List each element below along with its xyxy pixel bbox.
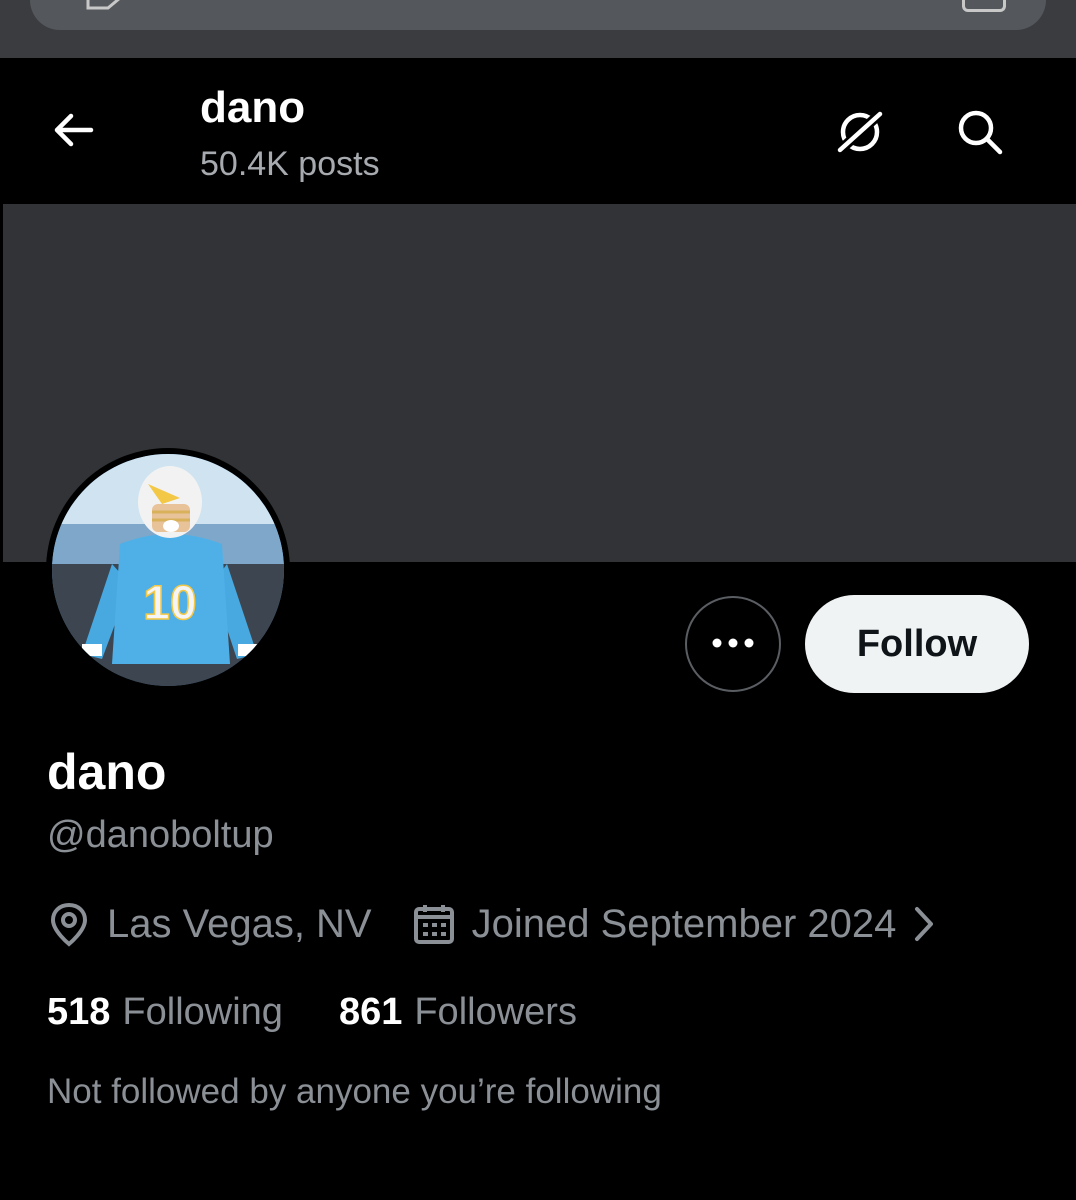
follow-stats: 518 Following 861 Followers bbox=[47, 988, 577, 1036]
avatar-photo: 10 bbox=[52, 454, 284, 686]
following-label: Following bbox=[122, 990, 283, 1033]
arrow-left-icon bbox=[51, 112, 95, 153]
followers-link[interactable]: 861 Followers bbox=[339, 991, 577, 1034]
address-bar[interactable] bbox=[30, 0, 1046, 30]
grok-button[interactable] bbox=[830, 106, 890, 162]
search-icon bbox=[955, 107, 1005, 162]
location-pin-icon bbox=[47, 901, 91, 947]
back-button[interactable] bbox=[44, 108, 102, 156]
profile-meta: Las Vegas, NV Joined September 2024 bbox=[47, 898, 936, 950]
following-link[interactable]: 518 Following bbox=[47, 991, 283, 1034]
handle: @danoboltup bbox=[47, 814, 274, 856]
mutual-followers-text: Not followed by anyone you’re following bbox=[47, 1072, 662, 1111]
jersey-number: 10 bbox=[143, 577, 196, 630]
profile-page: dano 50.4K posts 10 Follow dano @danobol… bbox=[0, 0, 1076, 1200]
browser-toolbar bbox=[0, 0, 1076, 58]
more-options-button[interactable] bbox=[685, 596, 781, 692]
tabs-icon[interactable] bbox=[962, 0, 1006, 12]
display-name: dano bbox=[47, 744, 167, 800]
calendar-icon bbox=[412, 902, 456, 946]
location: Las Vegas, NV bbox=[107, 901, 372, 946]
browser-menu-icon[interactable] bbox=[86, 0, 128, 10]
chevron-right-icon[interactable] bbox=[912, 905, 936, 943]
grok-icon bbox=[832, 106, 888, 163]
search-button[interactable] bbox=[950, 106, 1010, 162]
profile-header: dano 50.4K posts bbox=[0, 58, 1076, 204]
more-horizontal-icon bbox=[711, 635, 755, 653]
avatar[interactable]: 10 bbox=[46, 448, 290, 692]
post-count: 50.4K posts bbox=[200, 145, 380, 183]
header-title: dano bbox=[200, 83, 306, 132]
joined-date: Joined September 2024 bbox=[471, 901, 897, 946]
following-count: 518 bbox=[47, 990, 111, 1033]
followers-count: 861 bbox=[338, 990, 403, 1033]
followers-label: Followers bbox=[414, 990, 577, 1033]
follow-button[interactable]: Follow bbox=[805, 595, 1029, 693]
